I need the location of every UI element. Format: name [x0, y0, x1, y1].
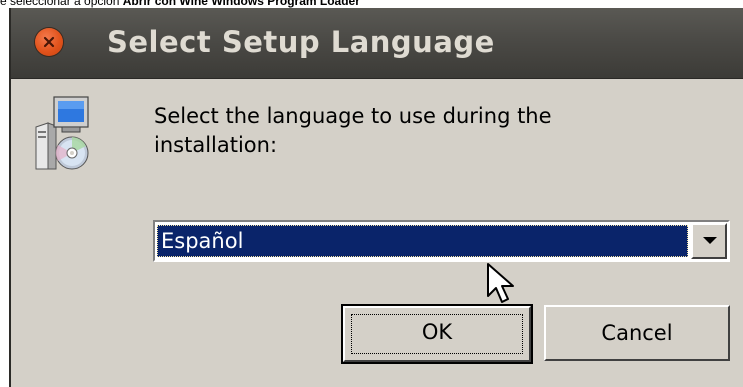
dropdown-arrow-button[interactable]	[691, 223, 727, 259]
cancel-button-label: Cancel	[601, 321, 673, 345]
cancel-button[interactable]: Cancel	[544, 305, 730, 361]
dialog-body: Select the language to use during the in…	[11, 79, 743, 387]
language-prompt: Select the language to use during the in…	[154, 104, 552, 157]
close-icon	[43, 36, 55, 48]
close-button[interactable]	[35, 28, 63, 56]
setup-computer-cd-icon	[35, 96, 89, 170]
window-title: Select Setup Language	[107, 25, 495, 59]
focus-ring	[351, 314, 523, 354]
caption-bold-text: Abrir con Wine Windows Program Loader	[122, 0, 360, 8]
language-select-value[interactable]: Español	[157, 225, 688, 257]
language-select[interactable]: Español	[153, 220, 730, 262]
page-caption: e seleccionar a opción Abrir con Wine Wi…	[0, 0, 743, 8]
setup-language-dialog: Select Setup Language Select the languag…	[9, 8, 743, 387]
caption-text: e seleccionar a opción	[0, 0, 123, 8]
mouse-pointer-icon	[487, 263, 514, 303]
ok-button[interactable]: OK	[341, 304, 533, 364]
title-bar[interactable]: Select Setup Language	[11, 8, 743, 79]
